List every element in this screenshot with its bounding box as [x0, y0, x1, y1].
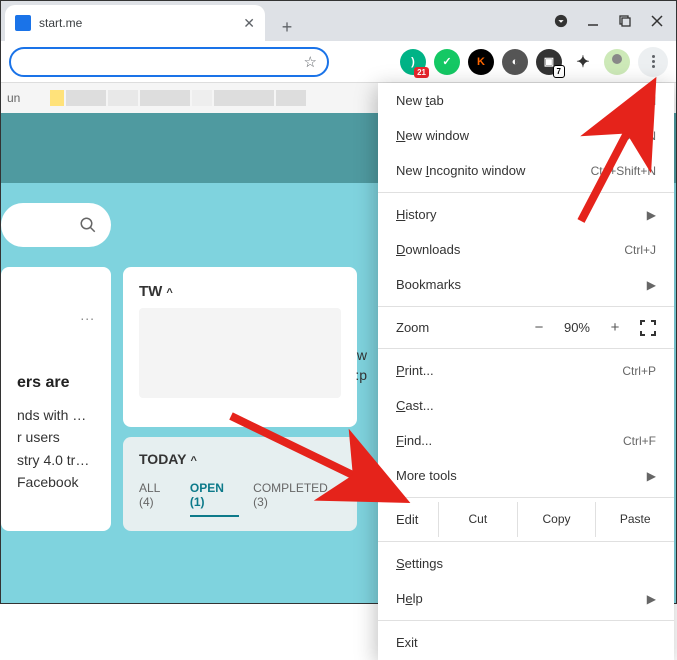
menu-exit[interactable]: Exit [378, 625, 674, 660]
menu-new-tab[interactable]: New tabCtrl [378, 83, 674, 118]
extension-icon[interactable]: )21 [400, 49, 426, 75]
edit-copy[interactable]: Copy [517, 502, 596, 537]
extension-icon[interactable]: ◐ [502, 49, 528, 75]
tab-favicon [15, 15, 31, 31]
headline-text: ers are [17, 373, 95, 394]
chevron-right-icon: ▶ [647, 208, 656, 222]
chrome-menu: New tabCtrl New windowCtrl+N New Incogni… [378, 83, 674, 660]
menu-new-window[interactable]: New windowCtrl+N [378, 118, 674, 153]
card: ... ers are nds with … r users stry 4.0 … [1, 267, 111, 531]
zoom-in-button[interactable]: + [604, 319, 626, 336]
search-input[interactable] [1, 203, 111, 247]
today-card: TODAY^ ALL (4) OPEN (1) COMPLETED (3) [123, 437, 357, 531]
chevron-right-icon: ▶ [647, 592, 656, 606]
extensions-menu-icon[interactable]: ✦ [570, 49, 596, 75]
bookmark-star-icon[interactable]: ☆ [304, 53, 317, 71]
tab-completed[interactable]: COMPLETED (3) [253, 481, 341, 517]
list-item[interactable]: stry 4.0 tr… [17, 449, 95, 471]
minimize-icon[interactable] [586, 14, 600, 28]
menu-history[interactable]: History▶ [378, 197, 674, 232]
chrome-menu-button[interactable] [638, 47, 668, 77]
zoom-value: 90% [564, 320, 590, 335]
extension-badge: 7 [553, 65, 565, 78]
menu-more-tools[interactable]: More tools▶ [378, 458, 674, 493]
browser-tab[interactable]: start.me ✕ [5, 5, 265, 41]
list-item[interactable]: nds with … [17, 404, 95, 426]
tab-strip: start.me ✕ + [1, 1, 676, 41]
list-item[interactable]: Facebook [17, 471, 95, 493]
chevron-right-icon: ▶ [647, 278, 656, 292]
chevron-up-icon[interactable]: ^ [166, 287, 172, 299]
menu-help[interactable]: Help▶ [378, 581, 674, 616]
extension-icon[interactable]: ✓ [434, 49, 460, 75]
toolbar: ☆ )21 ✓ K ◐ ▣7 ✦ [1, 41, 676, 83]
menu-find[interactable]: Find...Ctrl+F [378, 423, 674, 458]
menu-edit-row: Edit Cut Copy Paste [378, 502, 674, 537]
close-icon[interactable]: ✕ [243, 15, 255, 32]
blurred-region [139, 308, 341, 398]
menu-print[interactable]: Print...Ctrl+P [378, 353, 674, 388]
tab-all[interactable]: ALL (4) [139, 481, 176, 517]
extension-icon[interactable]: ▣7 [536, 49, 562, 75]
edit-cut[interactable]: Cut [438, 502, 517, 537]
card-title: TW^ [139, 283, 341, 300]
edit-paste[interactable]: Paste [595, 502, 674, 537]
new-tab-button[interactable]: + [273, 13, 301, 41]
list-item[interactable]: r users [17, 426, 95, 448]
card-menu-icon[interactable]: ... [17, 307, 95, 323]
extension-badge: 21 [414, 67, 429, 78]
menu-zoom: Zoom − 90% + [378, 311, 674, 344]
chevron-up-icon[interactable]: ^ [190, 455, 196, 467]
profile-avatar[interactable] [604, 49, 630, 75]
menu-downloads[interactable]: DownloadsCtrl+J [378, 232, 674, 267]
extension-icon[interactable]: K [468, 49, 494, 75]
close-window-icon[interactable] [650, 14, 664, 28]
search-icon [79, 216, 97, 234]
card-title: TODAY^ [139, 451, 341, 467]
maximize-icon[interactable] [618, 14, 632, 28]
menu-incognito[interactable]: New Incognito windowCtrl+Shift+N [378, 153, 674, 188]
chevron-right-icon: ▶ [647, 469, 656, 483]
zoom-out-button[interactable]: − [528, 319, 550, 336]
tab-title: start.me [39, 16, 235, 30]
menu-bookmarks[interactable]: Bookmarks▶ [378, 267, 674, 302]
account-icon[interactable] [554, 14, 568, 28]
today-tabs: ALL (4) OPEN (1) COMPLETED (3) [139, 481, 341, 517]
menu-settings[interactable]: Settings [378, 546, 674, 581]
list: nds with … r users stry 4.0 tr… Facebook [17, 404, 95, 494]
card: TW^ w :p [123, 267, 357, 427]
menu-cast[interactable]: Cast... [378, 388, 674, 423]
blurred-region [50, 90, 350, 106]
address-bar[interactable]: ☆ [9, 47, 329, 77]
fullscreen-icon[interactable] [640, 320, 656, 336]
tab-open[interactable]: OPEN (1) [190, 481, 239, 517]
